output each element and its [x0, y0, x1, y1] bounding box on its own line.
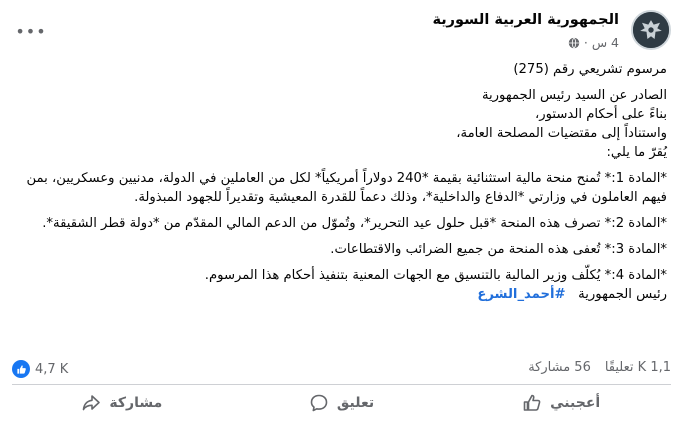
- article-3: *المادة 3:* تُعفى هذه المنحة من جميع الض…: [330, 242, 667, 257]
- decree-title: مرسوم تشريعي رقم (275): [513, 62, 667, 77]
- share-button[interactable]: مشاركة: [12, 388, 232, 418]
- meta-separator: ·: [583, 35, 588, 50]
- like-button[interactable]: أعجبني: [451, 388, 671, 418]
- post-stats: 4,7 K 1,1 K تعليقًا 56 مشاركة: [12, 358, 671, 380]
- article-4: *المادة 4:* يُكلّف وزير المالية بالتنسيق…: [204, 268, 667, 283]
- signature-line: رئيس الجمهورية #أحمد_الشرع: [14, 285, 667, 304]
- more-icon: •••: [15, 21, 47, 41]
- globe-icon: [568, 36, 580, 49]
- page-name[interactable]: الجمهورية العربية السورية: [432, 12, 619, 28]
- post-body: مرسوم تشريعي رقم (275) الصادر عن السيد ر…: [14, 60, 668, 304]
- post-meta: 4 س ·: [568, 35, 619, 50]
- hashtag-link[interactable]: #أحمد_الشرع: [477, 287, 565, 302]
- article-2: *المادة 2:* تصرف هذه المنحة *قبل حلول عي…: [42, 216, 667, 231]
- like-label: أعجبني: [550, 395, 601, 411]
- reactions-count: 4,7 K: [35, 361, 69, 377]
- post-header: الجمهورية العربية السورية 4 س · •••: [12, 10, 671, 54]
- like-icon: [523, 394, 541, 411]
- divider: [12, 384, 671, 385]
- action-bar: أعجبني تعليق مشاركة: [12, 388, 671, 418]
- more-options-button[interactable]: •••: [15, 16, 47, 46]
- shares-count[interactable]: 56 مشاركة: [528, 360, 591, 375]
- comment-icon: [310, 394, 328, 412]
- avatar[interactable]: [631, 10, 671, 50]
- like-reaction-icon: [12, 360, 30, 378]
- comment-label: تعليق: [336, 395, 375, 411]
- comment-button[interactable]: تعليق: [232, 388, 452, 418]
- decides-line: يُقرّ ما يلي:: [606, 145, 667, 160]
- eagle-emblem-icon: [633, 12, 669, 48]
- share-icon: [83, 395, 101, 411]
- post-time[interactable]: 4 س: [592, 35, 619, 50]
- share-label: مشاركة: [109, 395, 163, 411]
- basis-line: بناءً على أحكام الدستور،: [534, 107, 667, 122]
- engagement-counts: 1,1 K تعليقًا 56 مشاركة: [528, 360, 671, 375]
- comments-count[interactable]: 1,1 K تعليقًا: [605, 360, 671, 375]
- issuer-line: الصادر عن السيد رئيس الجمهورية: [481, 88, 667, 103]
- interest-line: واستناداً إلى مقتضيات المصلحة العامة،: [456, 126, 667, 141]
- signature-title: رئيس الجمهورية: [578, 287, 667, 302]
- reactions-summary[interactable]: 4,7 K: [12, 360, 68, 378]
- article-1: *المادة 1:* تُمنح منحة مالية استثنائية ب…: [26, 171, 668, 205]
